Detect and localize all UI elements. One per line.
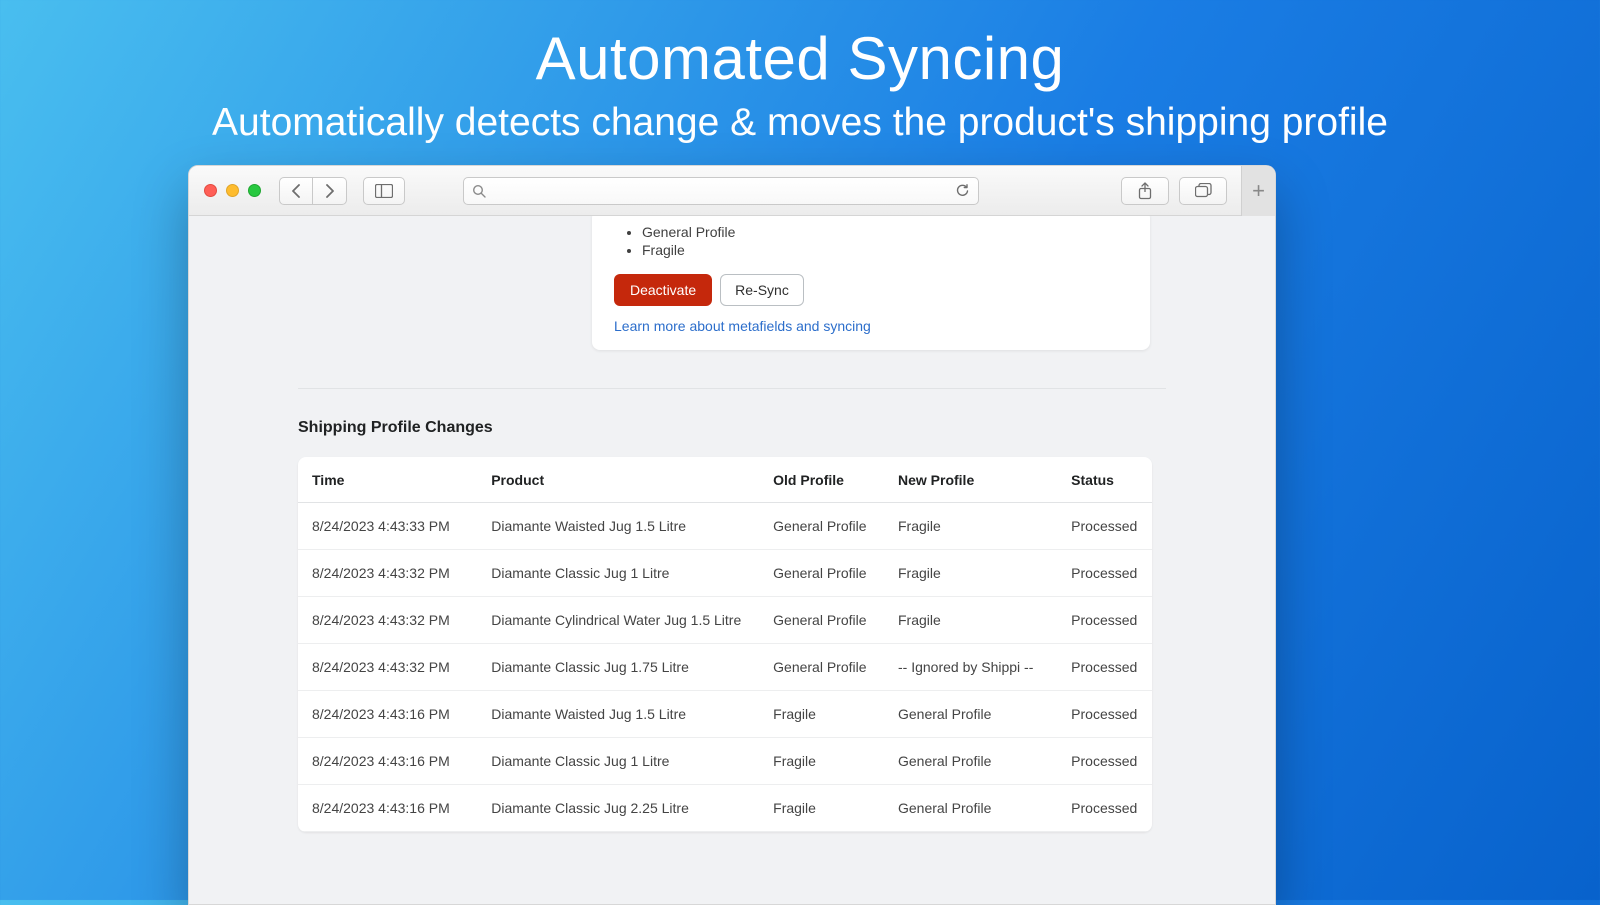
cell-old: General Profile xyxy=(759,597,884,644)
table-row: 8/24/2023 4:43:32 PMDiamante Cylindrical… xyxy=(298,597,1152,644)
search-icon xyxy=(472,184,486,198)
learn-more-link[interactable]: Learn more about metafields and syncing xyxy=(614,318,1128,334)
resync-button[interactable]: Re-Sync xyxy=(720,274,804,306)
table-row: 8/24/2023 4:43:33 PMDiamante Waisted Jug… xyxy=(298,503,1152,550)
cell-status: Processed xyxy=(1057,691,1152,738)
cell-time: 8/24/2023 4:43:32 PM xyxy=(298,550,477,597)
col-time: Time xyxy=(298,457,477,503)
cell-status: Processed xyxy=(1057,503,1152,550)
cell-new: General Profile xyxy=(884,691,1057,738)
cell-old: General Profile xyxy=(759,503,884,550)
back-button[interactable] xyxy=(279,177,313,205)
profiles-list: General Profile Fragile xyxy=(642,224,1128,258)
list-item: Fragile xyxy=(642,242,1128,258)
cell-status: Processed xyxy=(1057,550,1152,597)
minimize-window-button[interactable] xyxy=(226,184,239,197)
tabs-icon xyxy=(1195,183,1212,198)
cell-old: Fragile xyxy=(759,785,884,832)
col-new-profile: New Profile xyxy=(884,457,1057,503)
col-product: Product xyxy=(477,457,759,503)
cell-product: Diamante Waisted Jug 1.5 Litre xyxy=(477,503,759,550)
sync-settings-card: General Profile Fragile Deactivate Re-Sy… xyxy=(592,216,1150,350)
cell-product: Diamante Waisted Jug 1.5 Litre xyxy=(477,691,759,738)
section-title: Shipping Profile Changes xyxy=(298,419,493,437)
table-row: 8/24/2023 4:43:32 PMDiamante Classic Jug… xyxy=(298,644,1152,691)
tabs-button[interactable] xyxy=(1179,177,1227,205)
table-header-row: Time Product Old Profile New Profile Sta… xyxy=(298,457,1152,503)
maximize-window-button[interactable] xyxy=(248,184,261,197)
cell-new: -- Ignored by Shippi -- xyxy=(884,644,1057,691)
cell-new: General Profile xyxy=(884,785,1057,832)
cell-old: Fragile xyxy=(759,738,884,785)
window-controls xyxy=(204,184,261,197)
list-item: General Profile xyxy=(642,224,1128,240)
hero-title: Automated Syncing xyxy=(0,24,1600,93)
table-row: 8/24/2023 4:43:16 PMDiamante Waisted Jug… xyxy=(298,691,1152,738)
hero: Automated Syncing Automatically detects … xyxy=(0,0,1600,145)
col-status: Status xyxy=(1057,457,1152,503)
cell-time: 8/24/2023 4:43:33 PM xyxy=(298,503,477,550)
chevron-right-icon xyxy=(325,184,335,198)
cell-product: Diamante Classic Jug 1 Litre xyxy=(477,738,759,785)
cell-new: Fragile xyxy=(884,597,1057,644)
browser-window: + General Profile Fragile Deactivate Re-… xyxy=(188,165,1276,905)
sidebar-toggle[interactable] xyxy=(363,177,405,205)
toolbar-right: + xyxy=(1121,166,1265,216)
browser-titlebar: + xyxy=(189,166,1275,216)
share-icon xyxy=(1138,182,1152,200)
cell-time: 8/24/2023 4:43:32 PM xyxy=(298,597,477,644)
cell-product: Diamante Cylindrical Water Jug 1.5 Litre xyxy=(477,597,759,644)
cell-status: Processed xyxy=(1057,785,1152,832)
table-row: 8/24/2023 4:43:16 PMDiamante Classic Jug… xyxy=(298,785,1152,832)
cell-old: Fragile xyxy=(759,691,884,738)
cell-new: Fragile xyxy=(884,503,1057,550)
divider xyxy=(298,388,1166,389)
cell-time: 8/24/2023 4:43:16 PM xyxy=(298,738,477,785)
cell-status: Processed xyxy=(1057,597,1152,644)
nav-buttons xyxy=(279,177,347,205)
chevron-left-icon xyxy=(291,184,301,198)
table-row: 8/24/2023 4:43:32 PMDiamante Classic Jug… xyxy=(298,550,1152,597)
forward-button[interactable] xyxy=(313,177,347,205)
col-old-profile: Old Profile xyxy=(759,457,884,503)
close-window-button[interactable] xyxy=(204,184,217,197)
page-content: General Profile Fragile Deactivate Re-Sy… xyxy=(189,216,1275,904)
cell-time: 8/24/2023 4:43:32 PM xyxy=(298,644,477,691)
deactivate-button[interactable]: Deactivate xyxy=(614,274,712,306)
cell-new: General Profile xyxy=(884,738,1057,785)
cell-time: 8/24/2023 4:43:16 PM xyxy=(298,691,477,738)
cell-old: General Profile xyxy=(759,644,884,691)
changes-table: Time Product Old Profile New Profile Sta… xyxy=(298,457,1152,832)
address-bar[interactable] xyxy=(463,177,979,205)
share-button[interactable] xyxy=(1121,177,1169,205)
cell-product: Diamante Classic Jug 1.75 Litre xyxy=(477,644,759,691)
cell-product: Diamante Classic Jug 2.25 Litre xyxy=(477,785,759,832)
cell-product: Diamante Classic Jug 1 Litre xyxy=(477,550,759,597)
plus-icon: + xyxy=(1252,178,1265,204)
cell-time: 8/24/2023 4:43:16 PM xyxy=(298,785,477,832)
cell-new: Fragile xyxy=(884,550,1057,597)
sidebar-icon xyxy=(375,184,393,198)
changes-table-card: Time Product Old Profile New Profile Sta… xyxy=(298,457,1152,832)
new-tab-button[interactable]: + xyxy=(1241,166,1275,216)
reload-button[interactable] xyxy=(955,183,970,198)
cell-status: Processed xyxy=(1057,738,1152,785)
hero-subtitle: Automatically detects change & moves the… xyxy=(0,101,1600,145)
cell-old: General Profile xyxy=(759,550,884,597)
table-row: 8/24/2023 4:43:16 PMDiamante Classic Jug… xyxy=(298,738,1152,785)
cell-status: Processed xyxy=(1057,644,1152,691)
